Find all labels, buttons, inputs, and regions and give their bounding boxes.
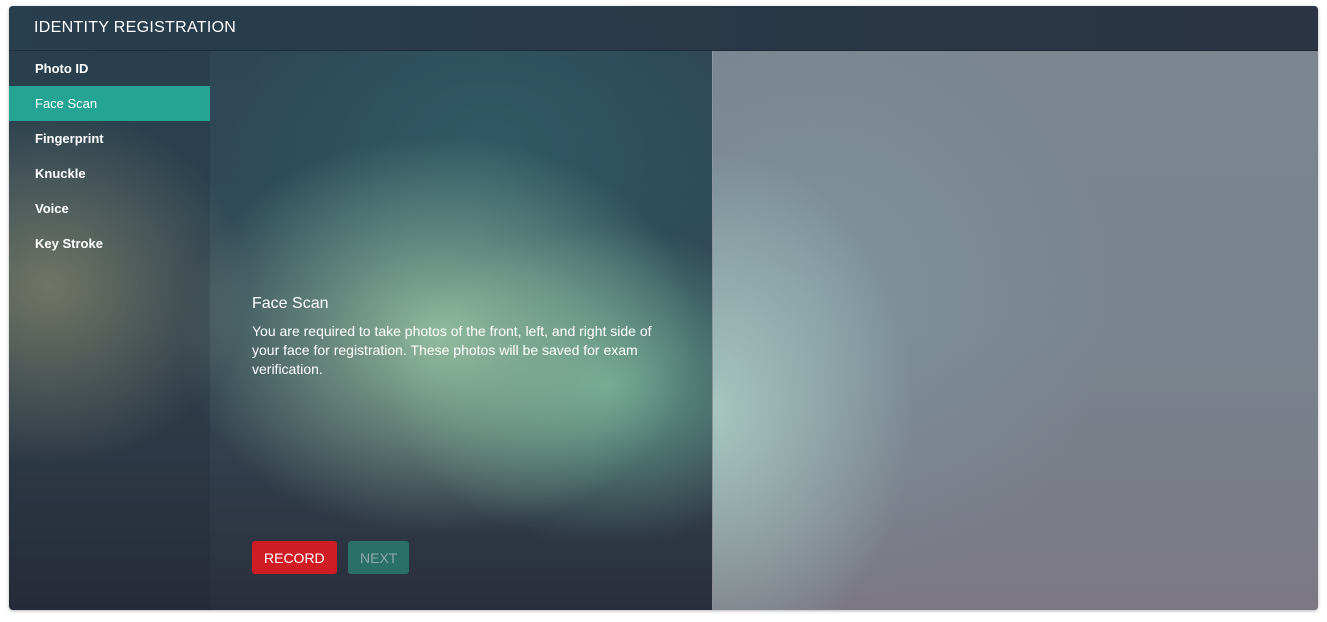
sidebar-item-fingerprint[interactable]: Fingerprint (9, 121, 210, 156)
sidebar-item-key-stroke[interactable]: Key Stroke (9, 226, 210, 261)
record-button[interactable]: RECORD (252, 541, 337, 574)
section-description: You are required to take photos of the f… (252, 323, 652, 377)
instructions-panel: Face Scan You are required to take photo… (210, 51, 712, 610)
window-title: IDENTITY REGISTRATION (34, 19, 237, 36)
identity-registration-window: IDENTITY REGISTRATION Photo ID Face Scan… (9, 6, 1318, 610)
camera-preview (712, 51, 1318, 610)
sidebar-item-knuckle[interactable]: Knuckle (9, 156, 210, 191)
sidebar-item-voice[interactable]: Voice (9, 191, 210, 226)
sidebar-item-photo-id[interactable]: Photo ID (9, 51, 210, 86)
sidebar: Photo ID Face Scan Fingerprint Knuckle V… (9, 51, 210, 610)
next-button[interactable]: NEXT (348, 541, 410, 574)
title-bar: IDENTITY REGISTRATION (9, 6, 1318, 51)
sidebar-item-face-scan[interactable]: Face Scan (9, 86, 210, 121)
section-title: Face Scan (252, 295, 329, 312)
